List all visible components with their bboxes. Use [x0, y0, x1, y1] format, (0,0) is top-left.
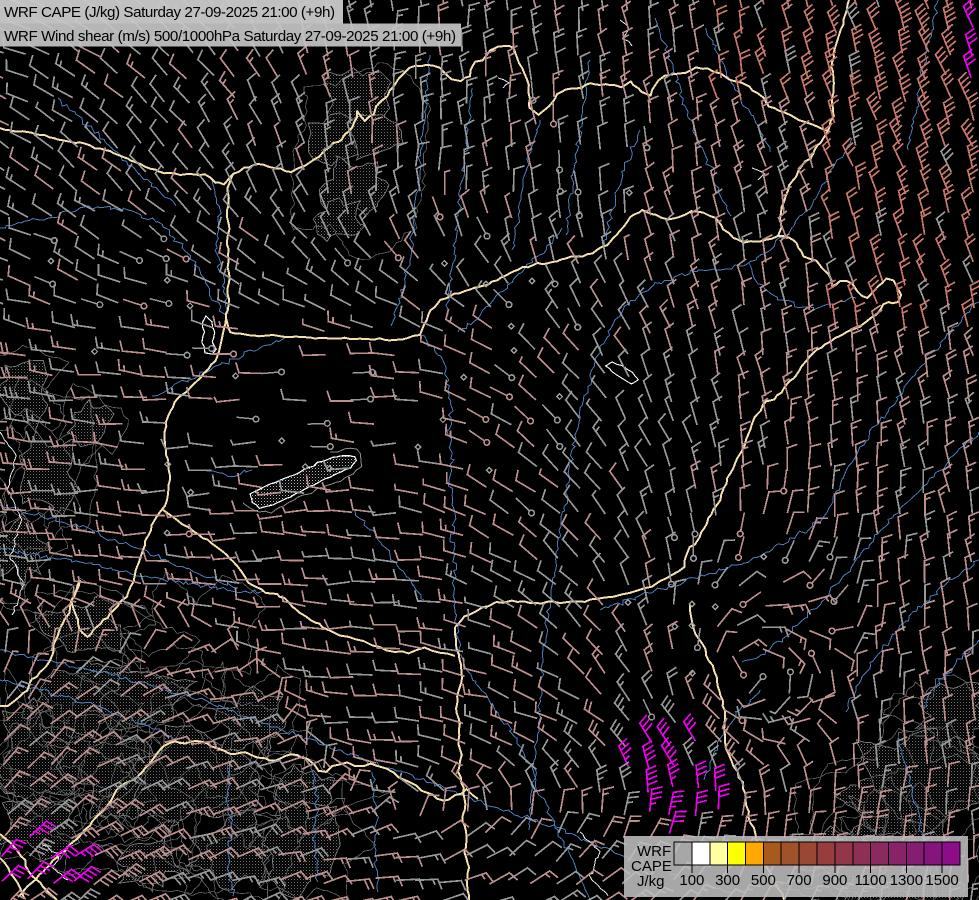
svg-text:300: 300 — [715, 872, 740, 889]
svg-text:WRF Wind shear (m/s) 500/1000h: WRF Wind shear (m/s) 500/1000hPa Saturda… — [4, 28, 456, 45]
svg-text:1500: 1500 — [925, 872, 958, 889]
svg-text:100: 100 — [679, 872, 704, 889]
svg-text:900: 900 — [822, 872, 847, 889]
svg-text:WRF CAPE (J/kg) Saturday 27-09: WRF CAPE (J/kg) Saturday 27-09-2025 21:0… — [4, 4, 335, 21]
svg-text:500: 500 — [751, 872, 776, 889]
svg-text:1100: 1100 — [854, 872, 886, 889]
svg-text:1300: 1300 — [890, 872, 923, 889]
svg-text:700: 700 — [787, 872, 812, 889]
svg-text:J/kg: J/kg — [637, 873, 665, 890]
